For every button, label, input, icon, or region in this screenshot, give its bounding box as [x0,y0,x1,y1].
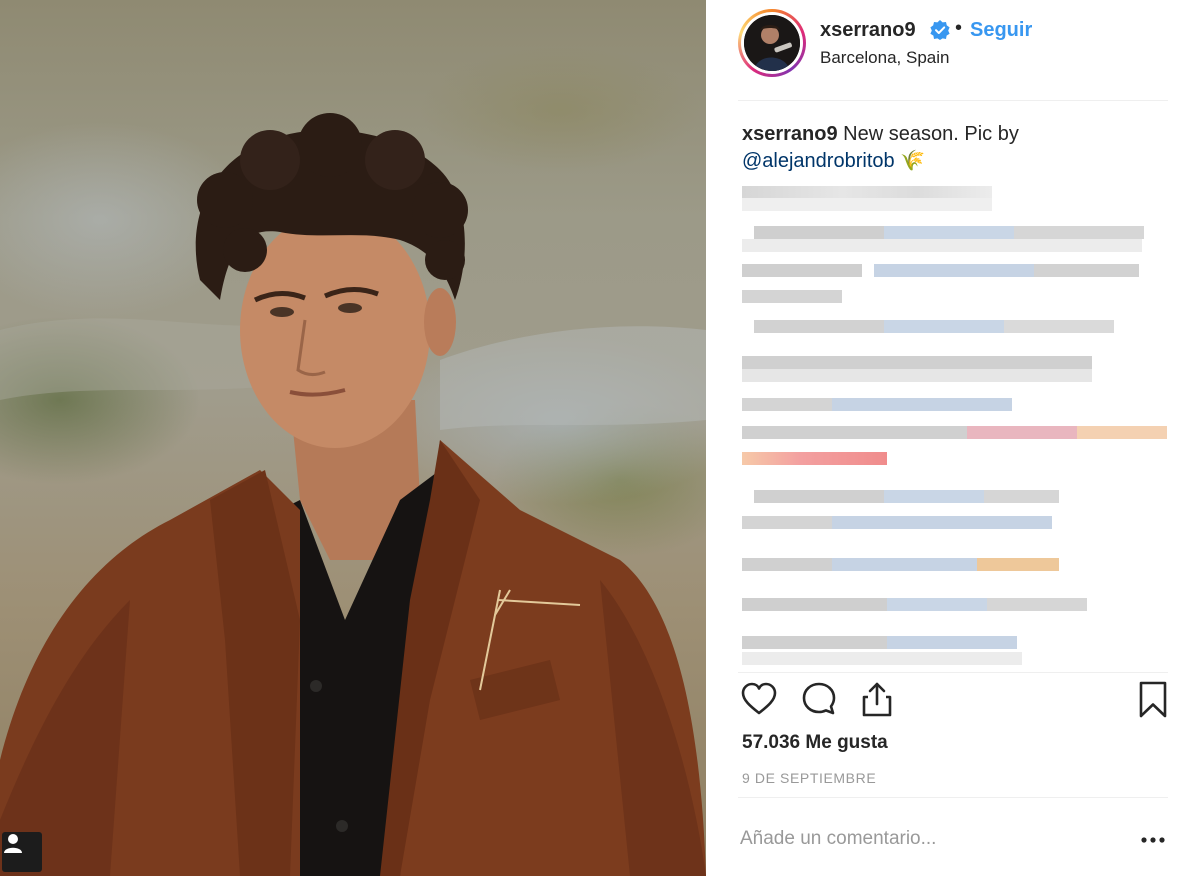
save-button[interactable] [1134,680,1172,718]
comment-bubble-icon [802,682,836,715]
location-link[interactable]: Barcelona, Spain [820,48,949,68]
footer-divider [738,797,1168,798]
header-divider [738,100,1168,101]
user-icon [4,834,22,853]
post-header: xserrano9 • Seguir Barcelona, Spain [706,0,1200,100]
header-separator: • [955,17,963,39]
caption-mention-link[interactable]: @alejandrobritob [742,150,895,172]
comment-button[interactable] [800,680,838,718]
avatar [744,15,800,71]
more-options-button[interactable] [1138,828,1168,852]
bookmark-icon [1139,681,1167,718]
comments-divider [738,672,1168,673]
caption-emoji: 🌾 [900,150,926,172]
post-caption: xserrano9 New season. Pic by @alejandrob… [742,121,1162,175]
post-date[interactable]: 9 DE SEPTIEMBRE [742,770,876,786]
avatar-portrait [744,15,800,71]
post-details-panel: xserrano9 • Seguir Barcelona, Spain xser… [706,0,1200,876]
post-actions [706,680,1200,724]
verified-badge-icon [930,20,950,40]
like-button[interactable] [740,680,778,718]
comment-input[interactable] [740,824,1120,854]
follow-button[interactable]: Seguir [970,19,1032,42]
add-comment-row [706,814,1200,874]
tagged-users-button[interactable] [2,832,42,872]
likes-count[interactable]: 57.036 Me gusta [742,732,888,754]
post-photo[interactable] [0,0,706,876]
username-link[interactable]: xserrano9 [820,19,916,42]
heart-icon [741,682,777,715]
portrait-illustration [0,113,706,876]
caption-text: New season. Pic by [837,123,1019,145]
profile-avatar-ring[interactable] [738,9,806,77]
more-options-icon [1141,837,1165,843]
caption-username-link[interactable]: xserrano9 [742,123,838,145]
share-icon [862,682,892,717]
share-button[interactable] [858,680,896,718]
pixelated-comments [734,182,1174,668]
